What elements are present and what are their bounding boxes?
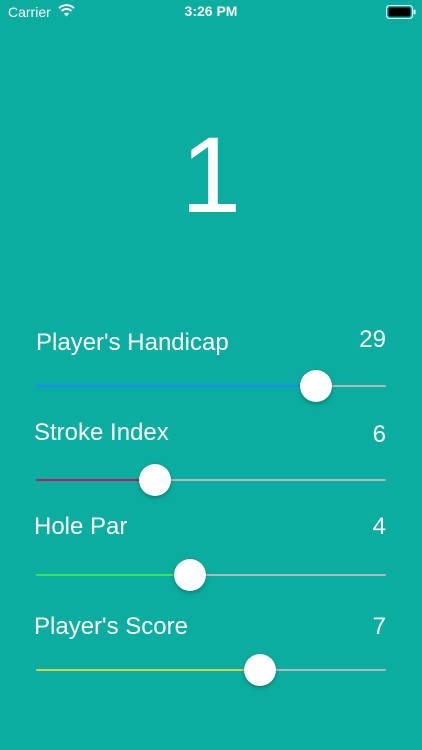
player-score-slider[interactable] bbox=[36, 650, 386, 690]
player-score-label: Player's Score bbox=[34, 613, 188, 640]
clock-time: 3:26 PM bbox=[184, 3, 238, 19]
handicap-slider[interactable] bbox=[36, 366, 386, 406]
net-score-display: 1 bbox=[180, 114, 242, 235]
slider-thumb[interactable] bbox=[300, 370, 332, 402]
slider-thumb[interactable] bbox=[174, 559, 206, 591]
hole-par-label: Hole Par bbox=[34, 513, 128, 540]
slider-fill bbox=[36, 574, 190, 576]
slider-fill bbox=[36, 669, 260, 671]
slider-fill bbox=[36, 385, 316, 387]
hole-par-slider[interactable] bbox=[36, 555, 386, 595]
player-score-value: 7 bbox=[372, 613, 386, 640]
slider-fill bbox=[36, 479, 155, 481]
battery-icon bbox=[386, 5, 416, 19]
slider-thumb[interactable] bbox=[244, 654, 276, 686]
stroke-index-slider[interactable] bbox=[36, 460, 386, 500]
status-bar: Carrier 3:26 PM bbox=[0, 0, 422, 24]
stroke-index-value: 6 bbox=[372, 421, 386, 448]
slider-thumb[interactable] bbox=[139, 464, 171, 496]
hole-par-value: 4 bbox=[372, 513, 386, 540]
stroke-index-label: Stroke Index bbox=[34, 419, 169, 446]
handicap-value: 29 bbox=[359, 326, 386, 353]
handicap-label: Player's Handicap bbox=[36, 329, 229, 356]
